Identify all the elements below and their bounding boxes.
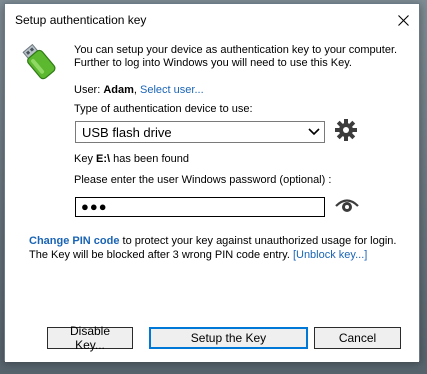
gear-icon[interactable] [334, 118, 358, 142]
close-icon [397, 14, 409, 26]
title-bar: Setup authentication key [5, 4, 419, 36]
usb-key-icon [22, 43, 56, 80]
user-line: User: Adam, Select user... [74, 84, 204, 96]
password-input[interactable]: ●●● [75, 197, 325, 217]
setup-key-dialog: Setup authentication key You can setup y… [4, 3, 420, 362]
unblock-key-link[interactable]: [Unblock key...] [293, 249, 367, 261]
window-title: Setup authentication key [15, 13, 147, 27]
user-label: User: [74, 84, 104, 96]
key-drive-letter: E:\ [96, 153, 111, 165]
user-name: Adam [103, 84, 134, 96]
key-found-suffix: has been found [110, 153, 189, 165]
select-user-link[interactable]: Select user... [140, 84, 204, 96]
pin-info-text-2: The Key will be blocked after 3 wrong PI… [29, 249, 290, 261]
pin-info-line-2: The Key will be blocked after 3 wrong PI… [29, 249, 367, 261]
chevron-down-icon [308, 128, 320, 136]
user-separator: , [133, 84, 137, 96]
setup-key-button[interactable]: Setup the Key [149, 327, 308, 349]
intro-text-line-2: Further to log into Windows you will nee… [74, 57, 352, 69]
pin-info-line-1: Change PIN code to protect your key agai… [29, 235, 396, 247]
intro-text-line-1: You can setup your device as authenticat… [74, 44, 398, 56]
device-type-select[interactable]: USB flash drive [75, 121, 325, 143]
device-type-label: Type of authentication device to use: [74, 103, 253, 115]
change-pin-link[interactable]: Change PIN code [29, 235, 119, 247]
disable-key-button[interactable]: Disable Key... [47, 324, 133, 352]
password-label: Please enter the user Windows password (… [74, 174, 332, 186]
close-button[interactable] [387, 4, 419, 36]
key-found-prefix: Key [74, 153, 97, 165]
cancel-button[interactable]: Cancel [314, 327, 401, 349]
pin-info-text-1: to protect your key against unauthorized… [119, 235, 397, 247]
eye-icon[interactable] [335, 195, 359, 215]
device-type-value: USB flash drive [82, 125, 172, 140]
desktop-background: Setup authentication key You can setup y… [0, 0, 427, 374]
password-value: ●●● [81, 199, 108, 214]
key-found-text: Key E:\ has been found [74, 153, 189, 165]
